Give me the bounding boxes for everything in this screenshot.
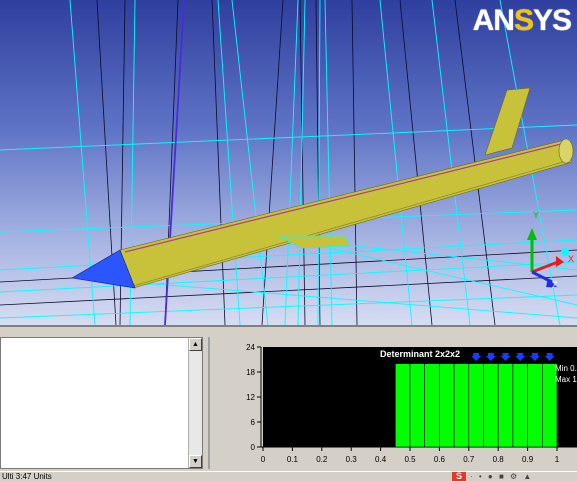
histogram-bar[interactable] xyxy=(409,363,425,448)
y-tick-label: 0 xyxy=(251,443,256,452)
panel-splitter[interactable] xyxy=(208,337,210,469)
x-tick-label: 0.3 xyxy=(346,455,358,464)
y-tick-label: 18 xyxy=(246,368,255,377)
graphics-viewport[interactable]: Y X Z ANSYS xyxy=(0,0,577,325)
missile-body[interactable] xyxy=(119,87,574,289)
scroll-up-button[interactable]: ▲ xyxy=(189,338,202,351)
histogram-chart[interactable]: 0 6 12 18 24 0 0.1 0.2 0.3 0.4 0.5 0.6 0.7 0.8 0.9 1 D… xyxy=(215,327,577,473)
x-tick-label: 0 xyxy=(261,455,266,464)
chart-title: Determinant 2x2x2 xyxy=(380,349,460,359)
x-tick-label: 0.6 xyxy=(434,455,446,464)
scroll-down-button[interactable]: ▼ xyxy=(189,455,202,468)
bottom-panel: ▲ ▼ 0 6 12 18 24 0 0.1 0.2 0.3 0.4 0.5 0.6 0.7 0.8 0.… xyxy=(0,325,577,473)
x-axis: 0 0.1 0.2 0.3 0.4 0.5 0.6 0.7 0.8 0.9 1 xyxy=(261,447,560,464)
logo-text-main: AN xyxy=(472,4,515,37)
x-tick-label: 0.5 xyxy=(404,455,416,464)
y-tick-label: 24 xyxy=(246,343,255,352)
model-view[interactable]: Y X Z xyxy=(0,0,577,325)
x-tick-label: 0.2 xyxy=(316,455,328,464)
logo-text-tail: YS xyxy=(532,4,572,37)
message-list[interactable]: ▲ ▼ xyxy=(0,337,203,469)
y-tick-label: 12 xyxy=(246,393,255,402)
histogram-bar[interactable] xyxy=(424,363,440,448)
histogram-bar[interactable] xyxy=(527,363,543,448)
mesh-metric-histogram[interactable]: 0 6 12 18 24 0 0.1 0.2 0.3 0.4 0.5 0.6 0.7 0.8 0.9 1 D… xyxy=(215,327,577,473)
max-label: Max 1 xyxy=(555,375,577,384)
x-tick-label: 0.4 xyxy=(375,455,387,464)
histogram-bar[interactable] xyxy=(497,363,514,448)
histogram-bar[interactable] xyxy=(395,363,411,448)
histogram-bar[interactable] xyxy=(483,363,499,448)
axis-y-label: Y xyxy=(533,210,539,220)
ansys-logo: ANSYS xyxy=(472,4,572,38)
histogram-bar[interactable] xyxy=(512,363,528,448)
logo-text-accent: S xyxy=(513,4,534,37)
axis-x-label: X xyxy=(568,254,574,264)
x-tick-label: 0.9 xyxy=(522,455,534,464)
x-tick-label: 0.7 xyxy=(463,455,475,464)
min-label: Min 0.45 xyxy=(555,364,577,373)
x-tick-label: 1 xyxy=(555,455,560,464)
vertical-scrollbar[interactable]: ▲ ▼ xyxy=(188,338,202,468)
axis-z-label: Z xyxy=(552,280,558,290)
x-tick-label: 0.1 xyxy=(287,455,299,464)
x-tick-label: 0.8 xyxy=(493,455,505,464)
histogram-bars xyxy=(395,363,558,448)
y-tick-label: 6 xyxy=(251,418,256,427)
y-axis: 0 6 12 18 24 xyxy=(246,343,261,452)
histogram-bar[interactable] xyxy=(453,363,470,448)
histogram-bar[interactable] xyxy=(468,363,484,448)
histogram-bar[interactable] xyxy=(439,363,455,448)
